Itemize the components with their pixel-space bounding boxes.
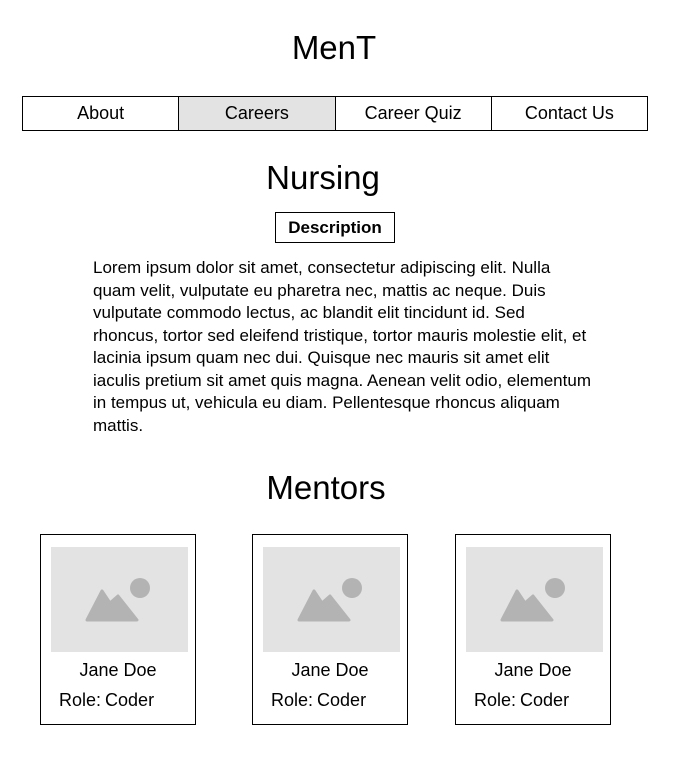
mentor-card[interactable]: Jane Doe Role: Coder: [455, 534, 611, 725]
mentor-role-label: Role:: [59, 690, 102, 710]
description-label: Description: [275, 212, 395, 243]
page-title: Nursing: [266, 159, 380, 196]
mentor-role: Role: Coder: [271, 689, 366, 711]
site-title: MenT: [291, 29, 377, 66]
mentor-card[interactable]: Jane Doe Role: Coder: [252, 534, 408, 725]
mentor-role-value: Coder: [317, 690, 367, 710]
mentors-heading: Mentors: [266, 469, 386, 506]
mentor-role-label: Role:: [271, 690, 314, 710]
mentor-name: Jane Doe: [79, 660, 157, 680]
mentor-role: Role: Coder: [474, 689, 569, 711]
main-nav: About Careers Career Quiz Contact Us: [22, 96, 648, 131]
mentor-name: Jane Doe: [291, 660, 369, 680]
mentor-role-value: Coder: [105, 690, 155, 710]
mentor-card[interactable]: Jane Doe Role: Coder: [40, 534, 196, 725]
nav-item-about[interactable]: About: [23, 97, 180, 130]
nav-item-careers[interactable]: Careers: [179, 97, 336, 130]
image-placeholder-icon: [263, 547, 400, 652]
image-placeholder-icon: [51, 547, 188, 652]
nav-item-contact-us[interactable]: Contact Us: [492, 97, 647, 130]
career-description: Lorem ipsum dolor sit amet, consectetur …: [93, 258, 591, 435]
mentor-role-label: Role:: [474, 690, 517, 710]
nav-item-career-quiz[interactable]: Career Quiz: [336, 97, 492, 130]
image-placeholder-icon: [466, 547, 603, 652]
mentor-role: Role: Coder: [59, 689, 154, 711]
mentor-role-value: Coder: [520, 690, 570, 710]
mentor-name: Jane Doe: [494, 660, 572, 680]
